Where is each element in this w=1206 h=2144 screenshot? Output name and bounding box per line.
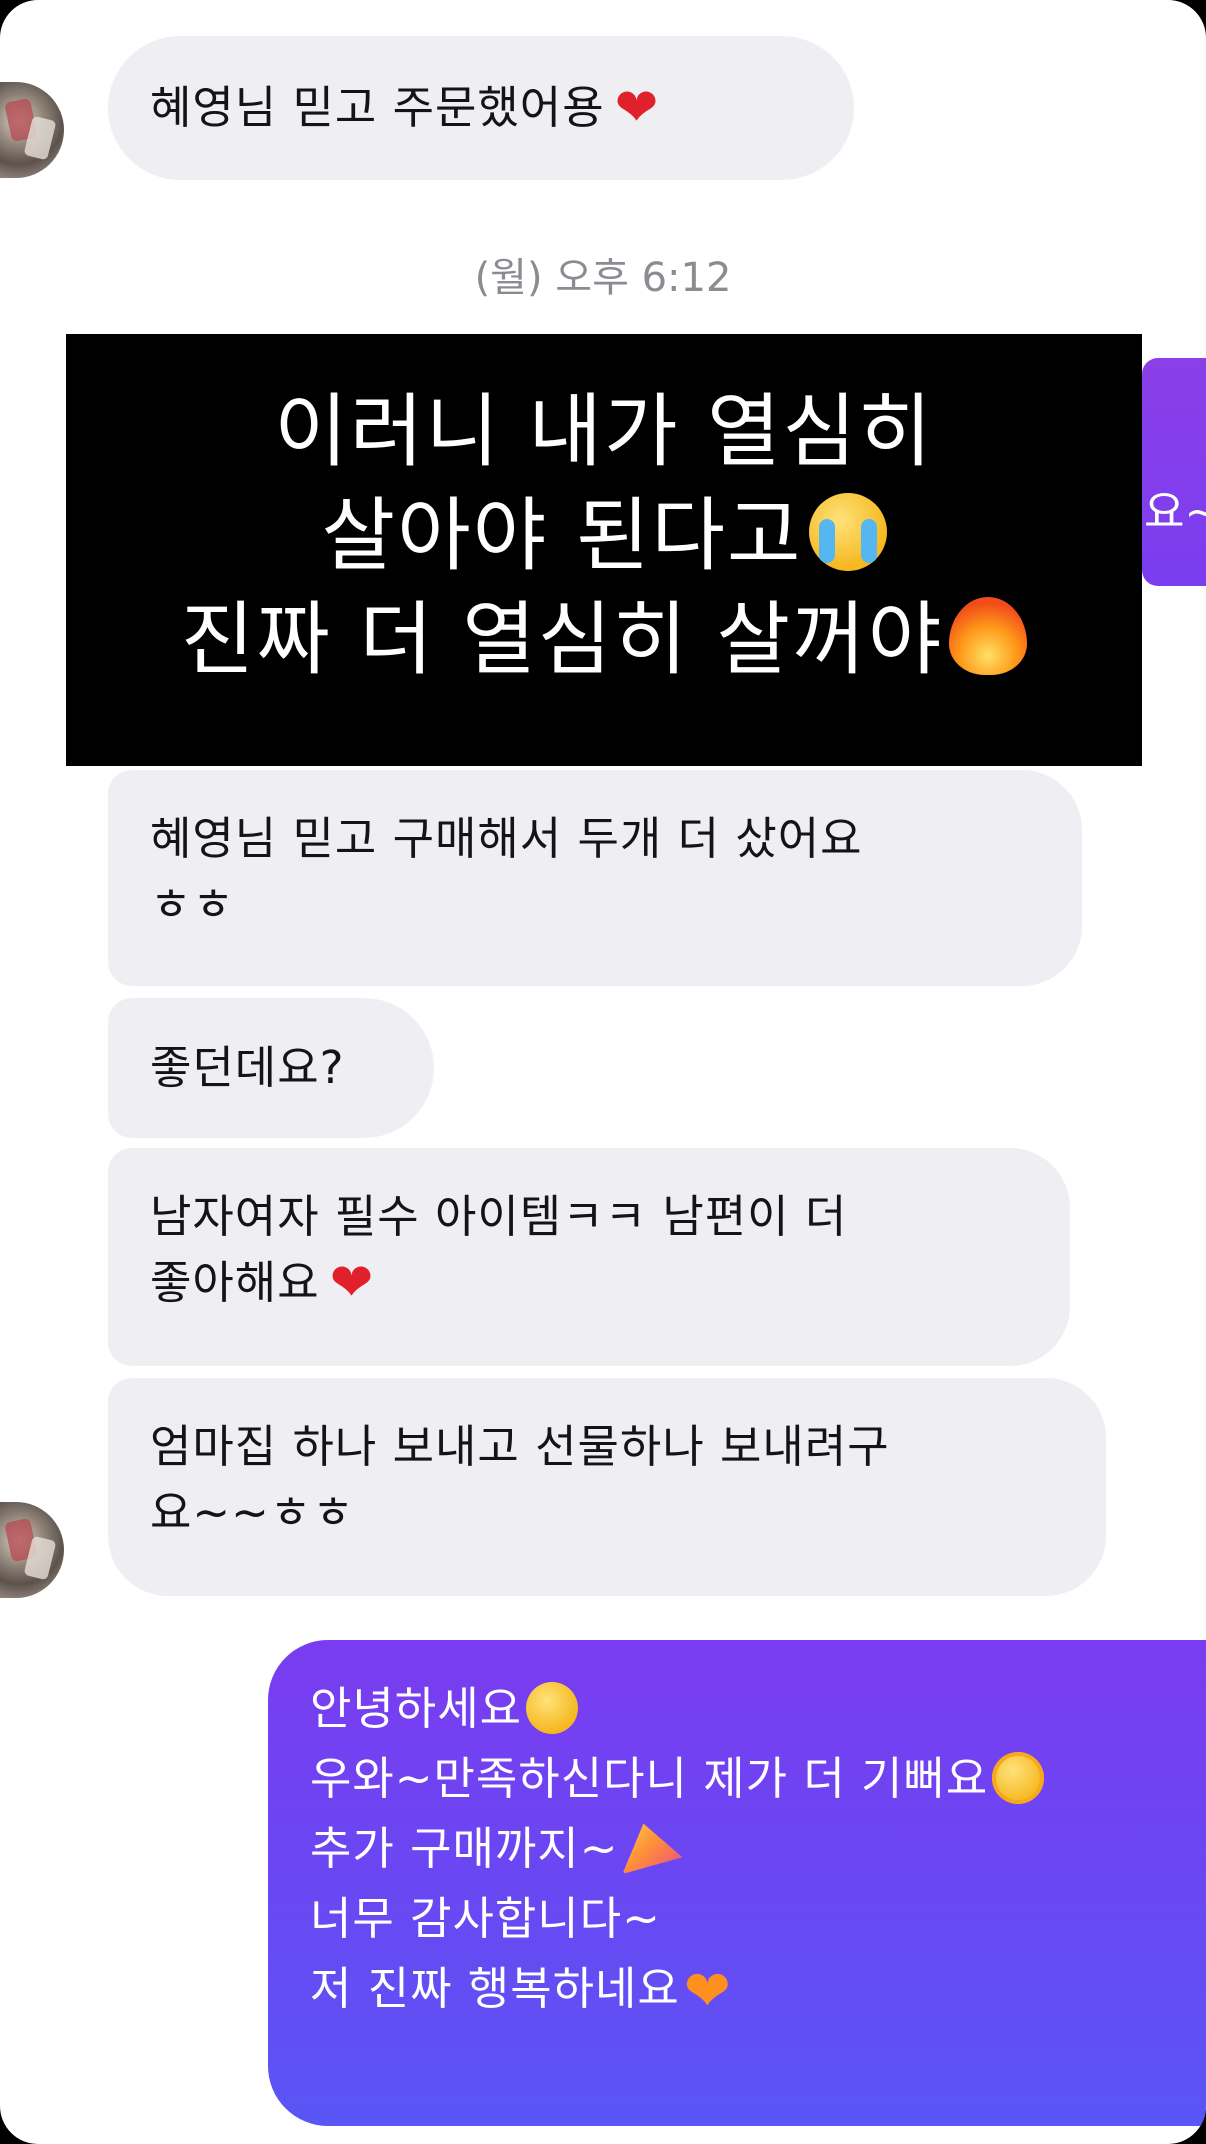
red-heart-icon: ❤ <box>329 1253 375 1313</box>
caption-line: 이러니 내가 열심히 <box>274 385 934 478</box>
caption-line: 살아야 된다고 <box>66 484 1142 588</box>
message-bubble-sent[interactable]: 안녕하세요 우와~만족하신다니 제가 더 기뻐요 추가 구매까지~ 너무 감사합… <box>268 1640 1206 2126</box>
winking-face-icon <box>526 1682 579 1734</box>
message-text: 혜영님 믿고 주문했어용 <box>150 81 605 134</box>
caption-line: 진짜 더 열심히 살꺼야 <box>66 588 1142 692</box>
message-bubble-received[interactable]: 혜영님 믿고 주문했어용 ❤ <box>108 36 854 180</box>
overlay-caption: 이러니 내가 열심히 살아야 된다고 진짜 더 열심히 살꺼야 <box>66 334 1142 766</box>
orange-heart-icon: ❤ <box>683 1959 732 2024</box>
message-timestamp: (월) 오후 6:12 <box>474 255 732 301</box>
message-text: 혜영님 믿고 구매해서 두개 더 샀어요 <box>150 812 863 865</box>
message-text: ㅎㅎ <box>150 878 235 931</box>
message-text: 좋던데요? <box>150 1041 345 1094</box>
message-bubble-received[interactable]: 혜영님 믿고 구매해서 두개 더 샀어요 ㅎㅎ <box>108 770 1082 986</box>
message-bubble-received[interactable]: 좋던데요? <box>108 998 434 1138</box>
message-text: 너무 감사합니다~ <box>310 1892 661 1945</box>
message-bubble-received[interactable]: 엄마집 하나 보내고 선물하나 보내려구 요~~ㅎㅎ <box>108 1378 1106 1596</box>
message-text: 남자여자 필수 아이템ㅋㅋ 남편이 더 <box>150 1190 848 1243</box>
chat-screen: 혜영님 믿고 주문했어용 ❤ (월) 오후 6:12 요~ 이러니 내가 열심히 … <box>0 0 1206 2144</box>
star-struck-icon <box>992 1752 1045 1804</box>
fire-icon <box>949 597 1028 675</box>
message-text: 요~~ㅎㅎ <box>150 1486 355 1539</box>
message-text: 요~ <box>1144 487 1206 538</box>
red-heart-icon: ❤ <box>614 78 660 138</box>
message-text: 안녕하세요 <box>310 1674 1206 1744</box>
message-text: 추가 구매까지~ <box>310 1814 1206 1884</box>
message-text: 엄마집 하나 보내고 선물하나 보내려구 <box>150 1420 890 1473</box>
message-bubble-received[interactable]: 남자여자 필수 아이템ㅋㅋ 남편이 더 좋아해요 ❤ <box>108 1148 1070 1366</box>
message-bubble-sent-partial[interactable]: 요~ <box>1142 358 1206 586</box>
message-text: 저 진짜 행복하네요❤ <box>310 1959 732 2024</box>
message-text: 좋아해요 ❤ <box>150 1253 375 1313</box>
sender-avatar[interactable] <box>0 82 64 178</box>
loudly-crying-face-icon <box>808 493 887 571</box>
message-text: 우와~만족하신다니 제가 더 기뻐요 <box>310 1744 1206 1814</box>
sender-avatar[interactable] <box>0 1502 64 1598</box>
party-popper-icon <box>622 1823 683 1874</box>
